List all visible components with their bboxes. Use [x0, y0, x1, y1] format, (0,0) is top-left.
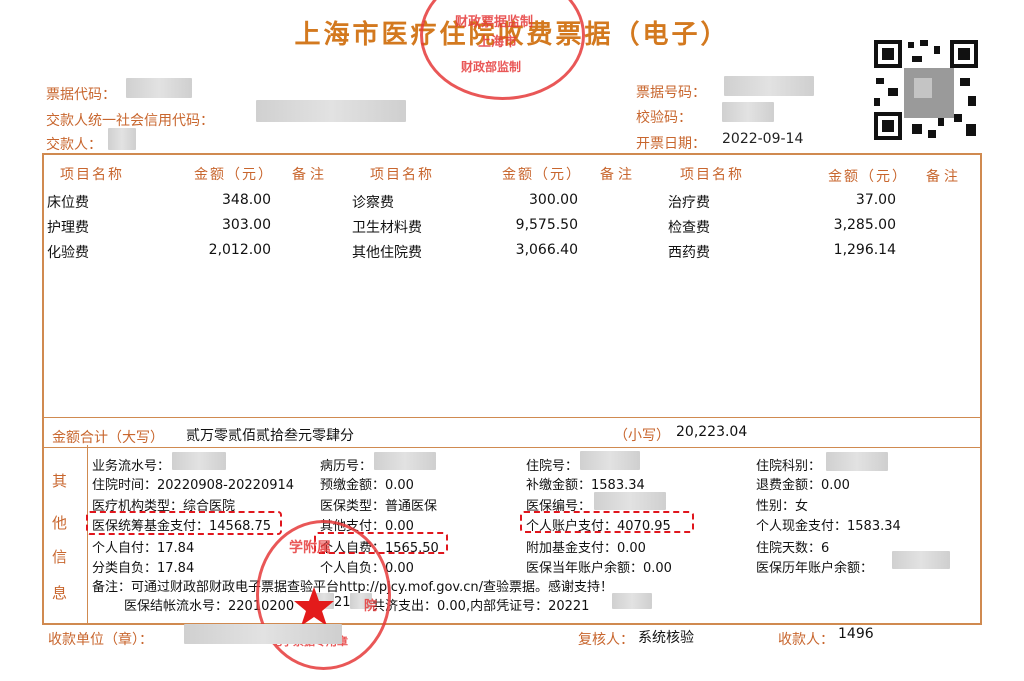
total-xiaoxie-label: （小写） — [614, 428, 670, 444]
col-header-amount-3: 金额（元） — [828, 169, 908, 185]
info-field: 补缴金额：1583.34 — [526, 478, 645, 493]
info-field: 退费金额：0.00 — [756, 478, 850, 493]
item-name: 护理费 — [47, 220, 89, 236]
bill-number-redacted — [724, 76, 814, 96]
info-field: 分类自负：17.84 — [92, 561, 195, 576]
info-field: 医保类型：普通医保 — [320, 499, 438, 514]
item-name: 治疗费 — [668, 195, 710, 211]
check-code-redacted — [722, 102, 774, 122]
other-info-char: 其 — [52, 472, 68, 490]
issue-date-label: 开票日期： — [636, 136, 706, 152]
other-info-char: 息 — [52, 584, 68, 602]
item-amount: 37.00 — [855, 192, 896, 208]
qr-code — [872, 38, 980, 142]
record-redacted — [374, 452, 436, 470]
credit-code-redacted — [256, 100, 406, 122]
payee-unit-redacted — [184, 624, 342, 644]
total-bottom-line — [44, 447, 980, 448]
col-header-name-1: 项目名称 — [60, 167, 124, 183]
item-amount: 348.00 — [222, 192, 271, 208]
item-name: 诊察费 — [352, 195, 394, 211]
other-info-char: 他 — [52, 514, 68, 532]
highlight-account-payment — [520, 511, 694, 533]
bill-number-label: 票据号码： — [636, 85, 706, 101]
item-amount: 3,285.00 — [833, 217, 896, 233]
other-info-char: 信 — [52, 548, 68, 566]
seal-line-1: 学附属 — [289, 540, 331, 556]
bill-code-redacted — [126, 78, 192, 98]
col-header-amount-2: 金额（元） — [502, 167, 582, 183]
seal-line-2: 上海市 — [478, 35, 518, 50]
payee-unit-label: 收款单位（章）： — [48, 632, 153, 648]
item-amount: 303.00 — [222, 217, 271, 233]
balance-redacted — [892, 551, 950, 569]
payer-label: 交款人： — [46, 137, 102, 153]
info-field: 医保当年账户余额：0.00 — [526, 561, 672, 576]
payer-redacted — [108, 128, 136, 150]
admission-redacted — [580, 451, 640, 470]
info-field: 医保历年账户余额： — [756, 561, 874, 576]
check-code-label: 校验码： — [636, 110, 692, 126]
seal-line-2: 院 — [364, 599, 378, 614]
item-amount: 2,012.00 — [208, 242, 271, 258]
total-daxie-value: 贰万零贰佰贰拾叁元零肆分 — [186, 428, 354, 444]
col-header-name-2: 项目名称 — [370, 167, 434, 183]
cashier-value: 1496 — [838, 626, 874, 642]
item-amount: 3,066.40 — [515, 242, 578, 258]
col-header-amount-1: 金额（元） — [194, 167, 274, 183]
settle-tail: 共济支出：0.00,内部凭证号：20221 — [372, 599, 590, 614]
reviewer-label: 复核人： — [578, 632, 634, 648]
item-amount: 1,296.14 — [833, 242, 896, 258]
info-field: 住院号： — [526, 459, 579, 474]
voucher-redacted — [612, 593, 652, 609]
info-field: 病历号： — [320, 459, 373, 474]
info-field: 性别：女 — [756, 499, 809, 514]
info-field: 住院时间：20220908-20220914 — [92, 478, 295, 493]
item-name: 床位费 — [47, 195, 89, 211]
item-name: 检查费 — [668, 220, 710, 236]
info-field: 附加基金支付：0.00 — [526, 541, 646, 556]
item-name: 其他住院费 — [352, 245, 422, 261]
total-xiaoxie-value: 20,223.04 — [676, 424, 748, 440]
info-field: 个人现金支付：1583.34 — [756, 519, 901, 534]
reviewer-value: 系统核验 — [638, 630, 694, 646]
total-daxie-label: 金额合计（大写） — [52, 430, 164, 446]
seal-line-1: 财政票据监制 — [455, 15, 534, 30]
item-name: 西药费 — [668, 245, 710, 261]
serial-redacted — [172, 452, 226, 470]
col-header-remark-2: 备注 — [600, 167, 636, 183]
finance-seal: 财政票据监制 上海市 财政部监制 — [420, 0, 585, 100]
cashier-label: 收款人： — [778, 632, 834, 648]
info-field: 个人自付：17.84 — [92, 541, 195, 556]
item-name: 卫生材料费 — [352, 220, 422, 236]
highlight-fund-payment — [86, 511, 282, 535]
col-header-remark-3: 备注 — [926, 169, 962, 185]
bill-code-label: 票据代码： — [46, 87, 116, 103]
insurance-no-redacted — [594, 492, 666, 510]
department-redacted — [826, 452, 888, 471]
info-field: 住院科别： — [756, 459, 822, 474]
item-name: 化验费 — [47, 245, 89, 261]
issue-date-value: 2022-09-14 — [722, 131, 804, 147]
seal-star-icon — [294, 587, 334, 626]
credit-code-label: 交款人统一社会信用代码： — [46, 113, 214, 129]
item-amount: 300.00 — [529, 192, 578, 208]
col-header-name-3: 项目名称 — [680, 167, 744, 183]
info-field: 业务流水号： — [92, 459, 171, 474]
col-header-remark-1: 备注 — [292, 167, 328, 183]
seal-line-3: 财政部监制 — [461, 60, 522, 74]
info-field: 住院天数：6 — [756, 541, 830, 556]
items-bottom-line — [44, 417, 980, 418]
item-amount: 9,575.50 — [515, 217, 578, 233]
info-field: 预缴金额：0.00 — [320, 478, 414, 493]
